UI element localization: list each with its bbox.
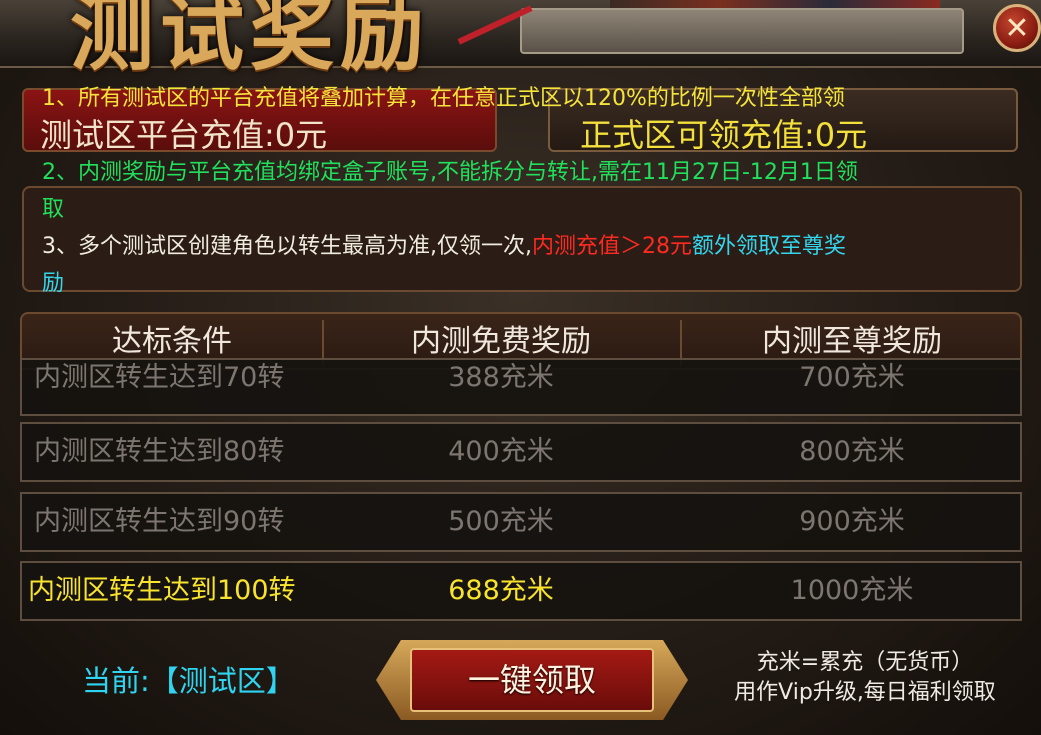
- row-free-reward: 500充米: [448, 506, 554, 537]
- table-row: 内测区转生达到90转 500充米 900充米: [20, 492, 1022, 552]
- table-row: 内测区转生达到100转 688充米 1000充米: [20, 561, 1022, 621]
- reward-window: 测试奖励 ✕ 测试区平台充值:0元 正式区可领充值:0元 1、所有测试区的平台充…: [0, 0, 1041, 735]
- note-2-cont: 取: [42, 197, 65, 222]
- row-premium-reward: 1000充米: [790, 575, 914, 606]
- rules-notes: 1、所有测试区的平台充值将叠加计算，在任意正式区以120%的比例一次性全部领 2…: [42, 80, 992, 302]
- claim-all-button[interactable]: 一键领取: [376, 632, 688, 728]
- reward-table: 达标条件 内测免费奖励 内测至尊奖励 内测区转生达到70转 388充米 700充…: [20, 312, 1022, 621]
- note-3: 3、多个测试区创建角色以转生最高为准,仅领一次,内测充值＞28元额外领取至尊奖: [42, 228, 992, 265]
- page-title: 测试奖励: [70, 0, 431, 82]
- row-condition: 内测区转生达到80转: [34, 436, 285, 467]
- current-server-label: 当前:【测试区】: [82, 664, 295, 698]
- row-condition: 内测区转生达到90转: [34, 506, 285, 537]
- currency-tip: 充米=累充（无货币） 用作Vip升级,每日福利领取: [700, 648, 1030, 708]
- row-condition: 内测区转生达到100转: [28, 575, 296, 606]
- table-row: 内测区转生达到80转 400充米 800充米: [20, 422, 1022, 482]
- note-1: 1、所有测试区的平台充值将叠加计算，在任意正式区以120%的比例一次性全部领: [42, 86, 845, 111]
- row-premium-reward: 900充米: [799, 506, 905, 537]
- note-2: 2、内测奖励与平台充值均绑定盒子账号,不能拆分与转让,需在11月27日-12月1…: [42, 160, 858, 185]
- note-3-cont: 励: [42, 271, 65, 296]
- note-3-bonus: 额外领取至尊奖: [692, 234, 847, 259]
- row-free-reward: 388充米: [448, 362, 554, 393]
- row-condition: 内测区转生达到70转: [34, 362, 285, 393]
- row-free-reward: 688充米: [448, 575, 554, 606]
- table-row: 内测区转生达到70转 388充米 700充米: [20, 358, 1022, 416]
- note-3-text: 3、多个测试区创建角色以转生最高为准,仅领一次,: [42, 234, 532, 259]
- tip-line-2: 用作Vip升级,每日福利领取: [734, 680, 996, 705]
- row-free-reward: 400充米: [448, 436, 554, 467]
- close-button[interactable]: ✕: [993, 4, 1041, 52]
- row-premium-reward: 800充米: [799, 436, 905, 467]
- banner-strip: [520, 8, 964, 54]
- close-icon: ✕: [1004, 10, 1030, 46]
- note-3-condition: 内测充值＞28元: [532, 234, 692, 259]
- tip-line-1: 充米=累充（无货币）: [756, 650, 974, 675]
- banner-artwork: [610, 0, 940, 8]
- note-1-spacer: [42, 117, 992, 154]
- claim-button-label: 一键领取: [467, 661, 596, 699]
- row-premium-reward: 700充米: [799, 362, 905, 393]
